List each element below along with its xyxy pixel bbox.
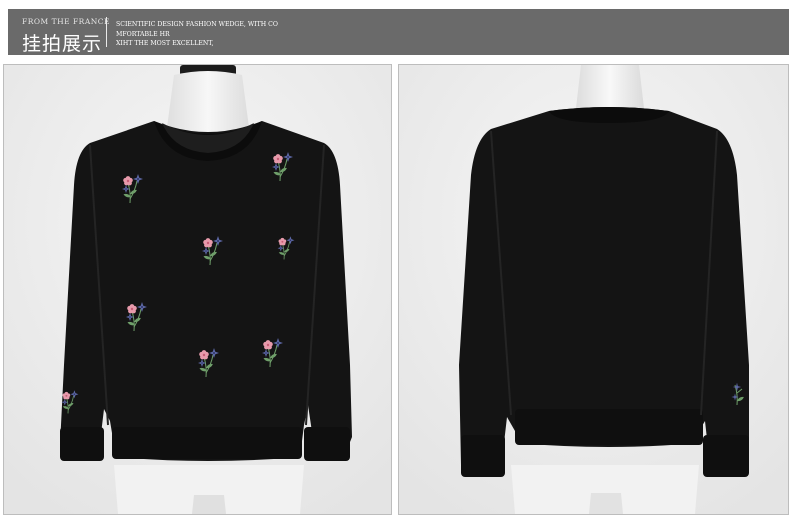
header-title: 挂拍展示 bbox=[22, 33, 103, 55]
embroidered-sweatshirt-front-photo bbox=[4, 65, 391, 514]
product-photo-front bbox=[3, 64, 392, 515]
header-slogan: SCIENTIFIC DESIGN FASHION WEDGE, WITH CO… bbox=[116, 20, 278, 49]
header-slogan-line-3: XIHT THE MOST EXCELLENT, bbox=[116, 40, 214, 47]
header-divider bbox=[106, 17, 107, 47]
header-from-text: FROM THE FRANCE bbox=[22, 17, 111, 26]
sweatshirt-back-photo bbox=[399, 65, 788, 514]
header-slogan-line-2: MFORTABLE HR bbox=[116, 30, 170, 38]
header-slogan-line-1: SCIENTIFIC DESIGN FASHION WEDGE, WITH CO bbox=[116, 21, 278, 28]
header-banner: FROM THE FRANCE 挂拍展示 SCIENTIFIC DESIGN F… bbox=[8, 9, 789, 55]
product-photo-back bbox=[398, 64, 789, 515]
